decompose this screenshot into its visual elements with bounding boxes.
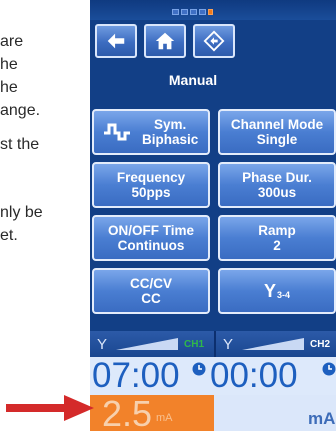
doc-line: are [0, 33, 24, 50]
doc-line: st the [0, 136, 40, 153]
channel-2-indicator: Y CH2 [220, 335, 330, 353]
clock-icon [192, 362, 206, 376]
tile-line1: Frequency [116, 170, 186, 185]
channel-strip: Y CH1 Y CH2 [90, 331, 336, 357]
tile-line1: Phase Dur. [242, 170, 312, 185]
tile-line2: Continuos [117, 238, 185, 253]
page-title: Manual [168, 72, 218, 88]
biphasic-waveform-icon [104, 123, 130, 141]
ch1-amplitude-value: 2.5 [102, 393, 153, 431]
electrode-icon: Y [263, 280, 276, 301]
ch2-amplitude-unit: mA [308, 409, 336, 428]
elapsed-timer: 07:00 [92, 356, 180, 395]
ch1-intensity-wedge [116, 338, 178, 350]
dpad-icon [203, 30, 225, 52]
pointer-arrow-icon [6, 395, 94, 421]
on-off-time-button[interactable]: ON/OFF Time Continuos [92, 215, 210, 261]
electrode-button[interactable]: Y 3-4 [218, 268, 336, 314]
tile-line1: ON/OFF Time [107, 223, 194, 238]
ch1-amplitude-field[interactable]: 2.5 mA [90, 393, 214, 431]
ramp-button[interactable]: Ramp 2 [218, 215, 336, 261]
back-arrow-icon [107, 33, 125, 49]
phase-duration-button[interactable]: Phase Dur. 300us [218, 162, 336, 208]
amplitude-readout: 2.5 mA mA [90, 393, 336, 431]
ch1-label: CH1 [184, 338, 205, 350]
electrode-sub-label: 3-4 [277, 289, 291, 300]
electrode-icon: Y [96, 335, 107, 353]
tile-line1: CC/CV [129, 276, 172, 291]
home-icon [155, 32, 175, 50]
channel-mode-button[interactable]: Channel Mode Single [218, 109, 336, 155]
cc-cv-button[interactable]: CC/CV CC [92, 268, 210, 314]
tile-line2: Single [256, 132, 298, 147]
remaining-timer: 00:00 [210, 356, 298, 395]
ch2-label: CH2 [310, 338, 331, 350]
electrode-icon: Y [222, 335, 233, 353]
tile-line1: Sym. [154, 117, 187, 132]
doc-line: ange. [0, 102, 41, 119]
ch1-amplitude-unit: mA [156, 412, 173, 424]
tile-line1: Ramp [258, 223, 296, 238]
channel-1-indicator: Y CH1 [94, 335, 204, 353]
tile-line2: 50pps [131, 185, 171, 200]
ch2-intensity-wedge [242, 338, 304, 350]
doc-line: nly be [0, 204, 43, 221]
tile-line2: Biphasic [142, 132, 199, 147]
back-button[interactable] [95, 24, 137, 58]
doc-line: he [0, 79, 18, 96]
channel-divider [214, 331, 216, 357]
waveform-button[interactable]: Sym. Biphasic [92, 109, 210, 155]
device-screen: Manual Sym. Biphasic Channel Mode Single… [90, 0, 336, 431]
timer-bar: 07:00 00:00 [90, 357, 336, 395]
dpad-button[interactable] [193, 24, 235, 58]
tile-line2: 2 [273, 238, 281, 253]
frequency-button[interactable]: Frequency 50pps [92, 162, 210, 208]
tile-line2: 300us [257, 185, 297, 200]
doc-line: et. [0, 227, 18, 244]
doc-line: he [0, 56, 18, 73]
status-strip [90, 0, 336, 20]
tile-line2: CC [141, 291, 161, 306]
progress-indicator [172, 9, 213, 15]
home-button[interactable] [144, 24, 186, 58]
tile-line1: Channel Mode [230, 117, 324, 132]
clock-icon [322, 362, 336, 376]
